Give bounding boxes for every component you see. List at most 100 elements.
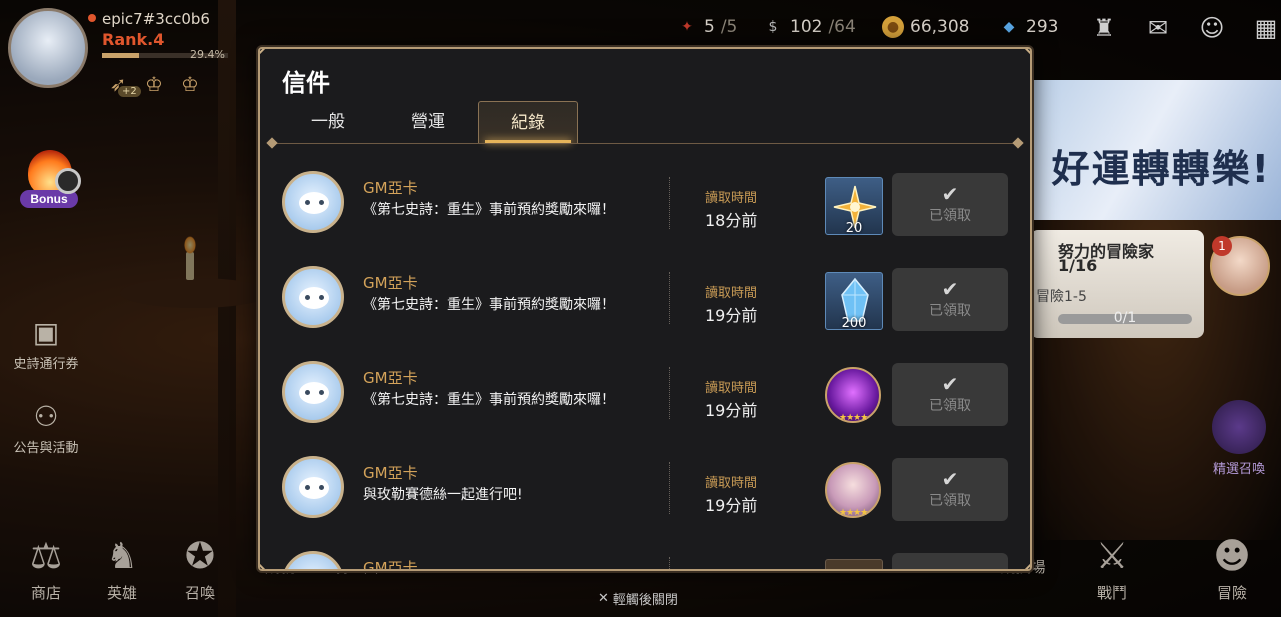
claimed-button [892,553,1008,569]
claimed-label: 已領取 [929,493,971,509]
mail-item[interactable]: GM亞卡 《第七史詩：重生》事前預約獎勵來囉！ 讀取時間 19分前 200 ✔ … [260,248,1030,343]
tab-operations[interactable]: 營運 [378,101,478,143]
lobby-icon[interactable]: ♜ [1088,12,1120,44]
sender-avatar [282,361,344,423]
modal-title: 信件 [282,69,330,97]
sender-avatar [282,266,344,328]
divider-ornament [266,137,278,149]
crown-icon[interactable]: ♔ [140,72,168,96]
select-summon-button[interactable]: 精選召喚 [1204,400,1274,477]
player-avatar[interactable] [8,8,88,88]
mail-subject: 《第七史詩：重生》事前預約獎勵來囉！ [363,392,615,408]
nav-summon-label: 召喚 [184,584,215,602]
stamina-icon: ✦ [681,19,693,35]
nav-hero[interactable]: ♞ 英雄 [84,532,160,603]
skystone-crystal-icon: 200 [825,272,883,331]
nav-shop-label: 商店 [30,584,61,602]
online-status-dot [88,14,96,22]
frame-corner [260,49,267,56]
chest-icon: ▣ [32,316,60,349]
chat-icon[interactable]: ☺ [1196,12,1228,44]
nav-hero-label: 英雄 [106,584,137,602]
exp-bar-fill [102,53,140,58]
nav-battle[interactable]: ⚔ 戰鬥 [1074,532,1150,603]
nav-summon[interactable]: ✪ 召喚 [162,532,238,603]
row-separator [669,367,670,419]
claimed-label: 已領取 [929,398,971,414]
mail-item[interactable]: GM亞卡 [260,533,1030,571]
skystone-icon: ◆ [1003,19,1015,35]
claimed-button: ✔ 已領取 [892,268,1008,331]
clock-icon [55,168,81,194]
sender-name: GM亞卡 [363,369,418,387]
reward-item[interactable]: 200 [825,272,883,331]
tab-general[interactable]: 一般 [278,101,378,143]
mail-item[interactable]: GM亞卡 與玫勒賽德絲一起進行吧! 讀取時間 19分前 ★★★★ ✔ 已領取 [260,438,1030,533]
quest-card[interactable]: 努力的冒險家 1/16 冒險1-5 0/1 [1030,230,1204,338]
tab-divider [270,143,1020,144]
gold-counter[interactable]: ● 66,308 [882,16,969,38]
mail-subject: 《第七史詩：重生》事前預約獎勵來囉！ [363,202,615,218]
sender-avatar [282,456,344,518]
star-rating-icon: ★★★★ [839,508,868,518]
mail-item[interactable]: GM亞卡 《第七史詩：重生》事前預約獎勵來囉！ 讀取時間 18分前 20 ✔ 已… [260,153,1030,248]
close-icon: ✕ [598,591,609,606]
quest-notification-badge: 1 [1212,236,1232,256]
row-separator [669,462,670,514]
reward-item[interactable]: ★★★★ [825,462,883,520]
top-right-menu: ♜ ✉ ☺ ▦ [1088,12,1281,44]
reward-item[interactable]: ★★★★ [825,367,883,425]
nav-shop[interactable]: ⚖ 商店 [8,532,84,603]
crown-icon[interactable]: ♔ [176,72,204,96]
mail-modal: 信件 一般 營運 紀錄 GM亞卡 《第七史詩：重生》事前預約獎勵來囉！ 讀取時間… [258,47,1032,571]
sender-name: GM亞卡 [363,559,418,571]
energy-icon: $ [768,19,778,35]
tab-records[interactable]: 紀錄 [478,101,578,143]
epic-pass-label: 史詩通行券 [13,357,79,372]
claimed-button: ✔ 已領取 [892,173,1008,236]
row-separator [669,272,670,324]
level-badge: +2 [118,86,141,97]
reward-item[interactable]: 20 [825,177,883,236]
read-time-label: 讀取時間 [705,191,758,206]
skystone-counter[interactable]: ◆ 293 [998,16,1059,38]
notice-button[interactable]: ⚇ 公告與活動 [6,400,86,456]
player-rank: Rank.4 [102,30,165,49]
nav-adventure[interactable]: ☻ 冒險 [1194,532,1270,603]
player-name: epic7#3cc0b6 [102,10,210,28]
reward-item[interactable] [825,559,883,569]
stamina-counter[interactable]: ✦ 5/5 [676,16,737,38]
reward-quantity: 200 [841,316,867,331]
row-separator [669,557,670,569]
mail-tabs: 一般 營運 紀錄 [278,101,578,143]
gold-value: 66,308 [910,17,970,37]
tap-to-close-hint[interactable]: ✕ 輕觸後關閉 [598,589,678,608]
stamina-max: /5 [720,17,738,37]
sender-name: GM亞卡 [363,464,418,482]
stamina-value: 5 [704,17,715,37]
tap-to-close-label: 輕觸後關閉 [612,593,678,608]
select-summon-label: 精選召喚 [1212,462,1265,477]
summon-circle-icon [1212,400,1266,454]
epic-pass-button[interactable]: ▣ 史詩通行券 [6,316,86,372]
event-banner[interactable]: 好運轉轉樂! [1034,80,1281,220]
purple-artifact-icon: ★★★★ [825,367,881,423]
frame-corner [1023,49,1030,56]
helmet-icon: ♞ [105,536,139,577]
network-icon: ⚇ [33,400,59,433]
quest-progress-text: 0/1 [1113,310,1137,326]
hero-portrait-icon: ★★★★ [825,462,881,518]
energy-counter[interactable]: $ 102/64 [762,16,856,38]
mail-list[interactable]: GM亞卡 《第七史詩：重生》事前預約獎勵來囉！ 讀取時間 18分前 20 ✔ 已… [260,153,1030,571]
crossed-swords-icon: ⚔ [1095,536,1129,577]
gold-icon: ● [882,16,904,38]
menu-grid-icon[interactable]: ▦ [1250,12,1281,44]
notice-label: 公告與活動 [13,441,79,456]
skystone-value: 293 [1026,17,1059,37]
check-icon: ✔ [941,467,959,491]
claimed-button: ✔ 已領取 [892,458,1008,521]
exp-percent: 29.4% [190,48,225,61]
mail-item[interactable]: GM亞卡 《第七史詩：重生》事前預約獎勵來囉！ 讀取時間 19分前 ★★★★ ✔… [260,343,1030,438]
reward-quantity: 20 [845,221,863,236]
mail-icon[interactable]: ✉ [1142,12,1174,44]
